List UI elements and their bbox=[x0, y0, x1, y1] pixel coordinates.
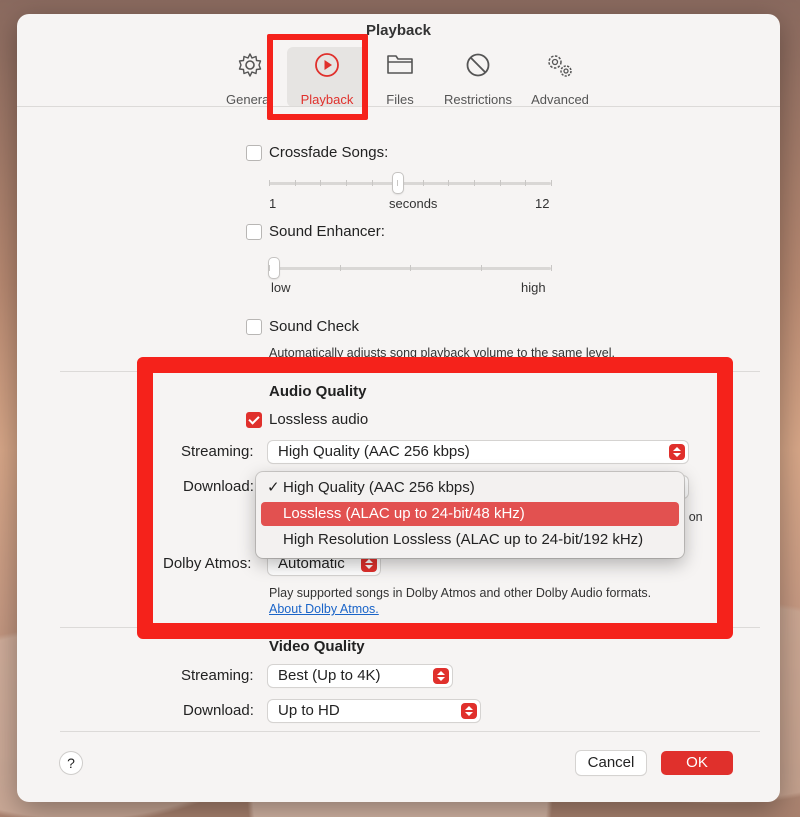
dropdown-option-label: Lossless (ALAC up to 24-bit/48 kHz) bbox=[283, 505, 525, 522]
crossfade-slider-tick bbox=[499, 180, 501, 186]
video-download-value: Up to HD bbox=[278, 702, 340, 719]
window-title: Playback bbox=[365, 22, 432, 39]
crossfade-slider-tick bbox=[345, 180, 347, 186]
ok-button[interactable]: OK bbox=[661, 751, 733, 775]
dropdown-option-hi-res-lossless[interactable]: High Resolution Lossless (ALAC up to 24-… bbox=[261, 528, 679, 552]
sound-enhancer-slider-knob[interactable] bbox=[269, 258, 279, 278]
video-streaming-stepper-icon bbox=[433, 668, 449, 684]
tab-files-label: Files bbox=[386, 92, 414, 107]
crossfade-min-label: 1 bbox=[269, 196, 277, 211]
sound-enhancer-slider-tick bbox=[480, 265, 482, 271]
crossfade-slider-tick bbox=[422, 180, 424, 186]
tab-general-label: General bbox=[226, 92, 273, 106]
tab-restrictions[interactable]: Restrictions bbox=[437, 50, 519, 107]
sound-enhancer-low-label: low bbox=[271, 280, 291, 295]
tab-restrictions-label: Restrictions bbox=[444, 92, 512, 107]
crossfade-slider-tick bbox=[397, 180, 399, 186]
sound-enhancer-label: Sound Enhancer: bbox=[269, 223, 385, 240]
prohibited-icon bbox=[466, 53, 490, 77]
sound-enhancer-checkbox[interactable] bbox=[246, 224, 262, 240]
checkmark-icon: ✓ bbox=[267, 479, 280, 496]
video-download-stepper-icon bbox=[461, 703, 477, 719]
sound-enhancer-slider-tick bbox=[269, 265, 270, 271]
video-streaming-value: Best (Up to 4K) bbox=[278, 667, 381, 684]
dropdown-option-high-quality[interactable]: ✓ High Quality (AAC 256 kbps) bbox=[261, 476, 679, 500]
video-streaming-label: Streaming: bbox=[181, 667, 254, 684]
gear-icon bbox=[238, 53, 262, 77]
dropdown-option-lossless[interactable]: Lossless (ALAC up to 24-bit/48 kHz) bbox=[261, 502, 679, 526]
tab-files[interactable]: Files bbox=[372, 50, 428, 107]
video-download-label: Download: bbox=[183, 702, 254, 719]
crossfade-slider-track[interactable] bbox=[269, 182, 551, 185]
crossfade-slider-tick bbox=[320, 180, 322, 186]
preferences-toolbar: General Playback Files Restrictions Adva… bbox=[17, 50, 780, 107]
dropdown-option-label: High Quality (AAC 256 kbps) bbox=[283, 479, 475, 496]
video-streaming-select[interactable]: Best (Up to 4K) bbox=[268, 665, 452, 687]
video-download-select[interactable]: Up to HD bbox=[268, 700, 480, 722]
crossfade-slider-tick bbox=[474, 180, 476, 186]
crossfade-slider-tick bbox=[448, 180, 450, 186]
crossfade-unit-label: seconds bbox=[389, 196, 438, 211]
sound-check-checkbox[interactable] bbox=[246, 319, 262, 335]
sound-enhancer-slider-tick bbox=[410, 265, 411, 271]
sound-enhancer-slider-tick bbox=[551, 265, 552, 271]
crossfade-slider-tick bbox=[371, 180, 373, 186]
cancel-button[interactable]: Cancel bbox=[576, 751, 646, 775]
sound-enhancer-high-label: high bbox=[521, 280, 546, 295]
crossfade-slider-tick bbox=[269, 180, 270, 186]
download-quality-dropdown-menu: ✓ High Quality (AAC 256 kbps) Lossless (… bbox=[256, 472, 684, 558]
crossfade-max-label: 12 bbox=[535, 196, 550, 211]
playback-highlight-box bbox=[267, 34, 368, 120]
gears-icon bbox=[548, 55, 572, 77]
folder-icon bbox=[387, 55, 413, 74]
tab-advanced-label: Advanced bbox=[531, 92, 589, 107]
sound-check-label: Sound Check bbox=[269, 318, 360, 335]
crossfade-label: Crossfade Songs: bbox=[269, 144, 389, 161]
video-quality-heading: Video Quality bbox=[269, 638, 365, 655]
dropdown-option-label: High Resolution Lossless (ALAC up to 24-… bbox=[283, 531, 644, 548]
crossfade-checkbox[interactable] bbox=[246, 145, 262, 161]
tab-advanced[interactable]: Advanced bbox=[523, 50, 597, 107]
crossfade-slider-tick bbox=[294, 180, 296, 186]
footer-divider bbox=[60, 731, 760, 732]
toolbar-divider bbox=[17, 106, 780, 107]
crossfade-slider-tick bbox=[525, 180, 527, 186]
help-button[interactable]: ? bbox=[60, 752, 82, 774]
crossfade-slider-tick bbox=[551, 180, 552, 186]
sound-enhancer-slider-tick bbox=[339, 265, 341, 271]
